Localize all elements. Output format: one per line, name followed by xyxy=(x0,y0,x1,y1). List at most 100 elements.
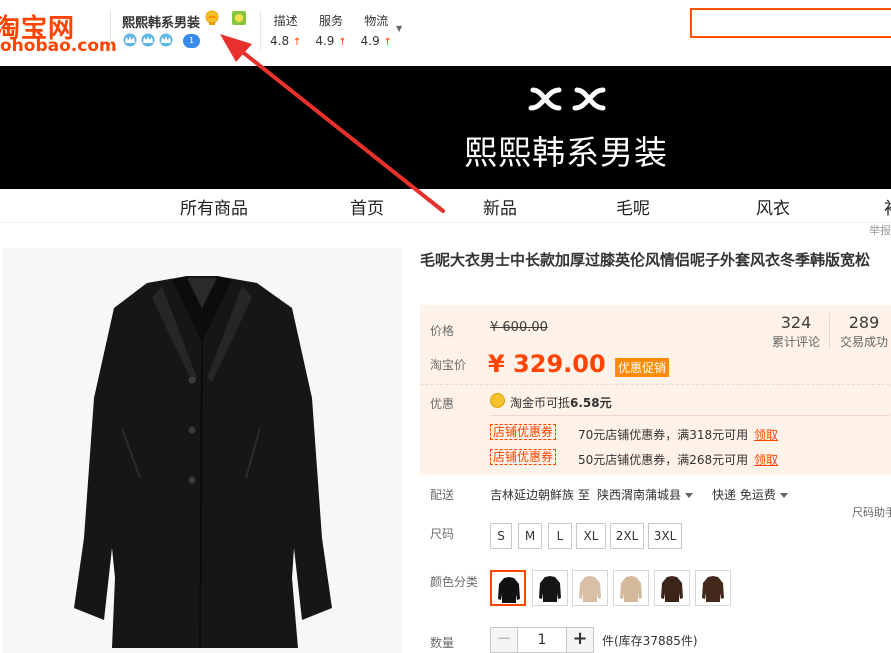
rating-label: 服务 xyxy=(318,14,343,28)
promo-label: 优惠 xyxy=(430,397,455,411)
coin-amount: 6.58元 xyxy=(570,396,612,410)
search-input[interactable] xyxy=(690,8,891,38)
coupon-text: 70元店铺优惠券，满318元可用 xyxy=(578,428,749,442)
shop-banner[interactable]: 熙熙韩系男装 xyxy=(0,66,891,189)
consumer-protection-icon[interactable] xyxy=(232,11,246,25)
shop-ratings[interactable]: 描述 4.8 ↑ 服务 4.9 ↑ 物流 4.9 ↑ xyxy=(270,12,392,48)
color-swatch-brown-2[interactable] xyxy=(695,570,731,606)
price-promo-tag: 优惠促销 xyxy=(615,358,670,377)
price-label: 价格 xyxy=(430,324,455,338)
trades-count: 289 xyxy=(848,313,880,332)
size-option-l[interactable]: L xyxy=(548,523,572,549)
shop-nav: 所有商品 首页 新品 毛呢 风衣 衬 xyxy=(0,189,891,223)
nav-item-home[interactable]: 首页 xyxy=(350,194,384,219)
crown-icon xyxy=(159,33,173,47)
taobao-logo[interactable]: 淘宝网 ohobao.com xyxy=(0,4,117,60)
coupon-divider xyxy=(490,415,890,416)
quantity-label: 数量 xyxy=(430,636,455,650)
rating-service: 服务 4.9 ↑ xyxy=(315,12,346,48)
trades-stat: 289 交易成功 xyxy=(840,313,888,350)
nav-item-shirt[interactable]: 衬 xyxy=(884,194,891,219)
coat-image xyxy=(2,248,402,653)
claim-coupon-link[interactable]: 领取 xyxy=(754,451,778,468)
coupon-tag: 店铺优惠券 xyxy=(490,449,557,465)
report-link[interactable]: 举报 xyxy=(869,222,891,238)
shipping-label: 配送 xyxy=(430,488,455,502)
rating-number: 4.8 xyxy=(270,34,290,48)
ship-method-select[interactable]: 快递 免运费 xyxy=(712,486,788,503)
nav-item-trench[interactable]: 风衣 xyxy=(756,194,790,219)
color-swatch-black-2[interactable] xyxy=(532,570,568,606)
color-label: 颜色分类 xyxy=(430,575,479,589)
coupon-tag: 店铺优惠券 xyxy=(490,424,557,440)
stat-divider xyxy=(829,313,830,349)
product-main-image[interactable] xyxy=(2,248,402,653)
quantity-input[interactable]: 1 xyxy=(518,627,566,653)
size-option-2xl[interactable]: 2XL xyxy=(610,523,644,549)
chevron-down-icon[interactable]: ▼ xyxy=(396,24,402,33)
color-swatch-brown-1[interactable] xyxy=(654,570,690,606)
coin-prefix: 淘金币可抵 xyxy=(510,396,571,410)
rating-number: 4.9 xyxy=(360,34,380,48)
reviews-label: 累计评论 xyxy=(772,335,821,349)
seller-level-crowns[interactable] xyxy=(122,33,174,47)
rating-description: 描述 4.8 ↑ xyxy=(270,12,301,48)
rating-value: 4.9 ↑ xyxy=(361,34,392,48)
coupon-text: 50元店铺优惠券，满268元可用 xyxy=(578,453,749,467)
shop-header: 淘宝网 ohobao.com 熙熙韩系男装 1 描述 4.8 ↑ 服务 4.9 … xyxy=(0,0,891,66)
nav-item-wool[interactable]: 毛呢 xyxy=(616,194,650,219)
chevron-down-icon xyxy=(685,493,694,498)
product-title: 毛呢大衣男士中长款加厚过膝英伦风情侣呢子外套风衣冬季韩版宽松 xyxy=(420,251,871,269)
color-swatch-camel-1[interactable] xyxy=(572,570,608,606)
color-swatch-black-1[interactable] xyxy=(490,570,526,606)
ship-method-value: 快递 免运费 xyxy=(712,488,776,502)
size-label: 尺码 xyxy=(430,527,455,541)
claim-coupon-link[interactable]: 领取 xyxy=(754,426,778,443)
arrow-up-icon: ↑ xyxy=(292,37,302,48)
rating-label: 描述 xyxy=(273,14,298,28)
original-price: ¥ 600.00 xyxy=(490,320,548,335)
crown-icon xyxy=(141,33,155,47)
arrow-up-icon: ↑ xyxy=(383,37,392,48)
coin-offset-text: 淘金币可抵6.58元 xyxy=(510,394,612,411)
coin-icon xyxy=(490,393,505,408)
rating-number: 4.9 xyxy=(315,34,335,48)
coat-thumbnail xyxy=(492,572,524,604)
logo-domain-text: ohobao.com xyxy=(0,36,117,56)
rating-logistics: 物流 4.9 ↑ xyxy=(361,12,392,48)
trades-label: 交易成功 xyxy=(840,335,889,349)
taobao-price: ¥ 329.00 xyxy=(488,350,606,378)
crown-icon xyxy=(123,33,137,47)
header-divider-2 xyxy=(260,10,261,50)
ship-from: 吉林延边朝鲜族 至 xyxy=(490,488,590,502)
coat-thumbnail xyxy=(696,571,730,605)
gold-medal-icon[interactable] xyxy=(204,10,220,26)
color-swatch-camel-2[interactable] xyxy=(613,570,649,606)
quantity-increase-button[interactable]: + xyxy=(566,627,594,653)
reviews-stat[interactable]: 324 累计评论 xyxy=(772,313,820,350)
size-helper-link[interactable]: 尺码助手 xyxy=(852,504,891,520)
rating-value: 4.8 ↑ xyxy=(270,34,301,48)
nav-item-new[interactable]: 新品 xyxy=(483,194,517,219)
banner-title: 熙熙韩系男装 xyxy=(464,133,668,172)
coat-thumbnail xyxy=(573,571,607,605)
ship-to-select[interactable]: 陕西渭南蒲城县 xyxy=(597,486,694,503)
nav-item-all-products[interactable]: 所有商品 xyxy=(180,194,248,219)
arrow-up-icon: ↑ xyxy=(338,37,347,48)
chevron-down-icon xyxy=(779,493,788,498)
rating-label: 物流 xyxy=(364,14,389,28)
size-option-3xl[interactable]: 3XL xyxy=(648,523,682,549)
chat-bubble-icon[interactable]: 1 xyxy=(183,34,200,48)
shop-name-link[interactable]: 熙熙韩系男装 xyxy=(122,12,200,31)
brand-logo-icon xyxy=(528,87,606,111)
stock-text: 件(库存37885件) xyxy=(602,634,698,648)
coat-thumbnail xyxy=(655,571,689,605)
size-option-xl[interactable]: XL xyxy=(576,523,606,549)
taobao-price-label: 淘宝价 xyxy=(430,358,467,372)
size-option-m[interactable]: M xyxy=(518,523,542,549)
size-option-s[interactable]: S xyxy=(490,523,512,549)
coat-thumbnail xyxy=(614,571,648,605)
quantity-decrease-button[interactable]: − xyxy=(490,627,518,653)
ship-to-value: 陕西渭南蒲城县 xyxy=(597,488,682,502)
rating-value: 4.9 ↑ xyxy=(315,34,346,48)
